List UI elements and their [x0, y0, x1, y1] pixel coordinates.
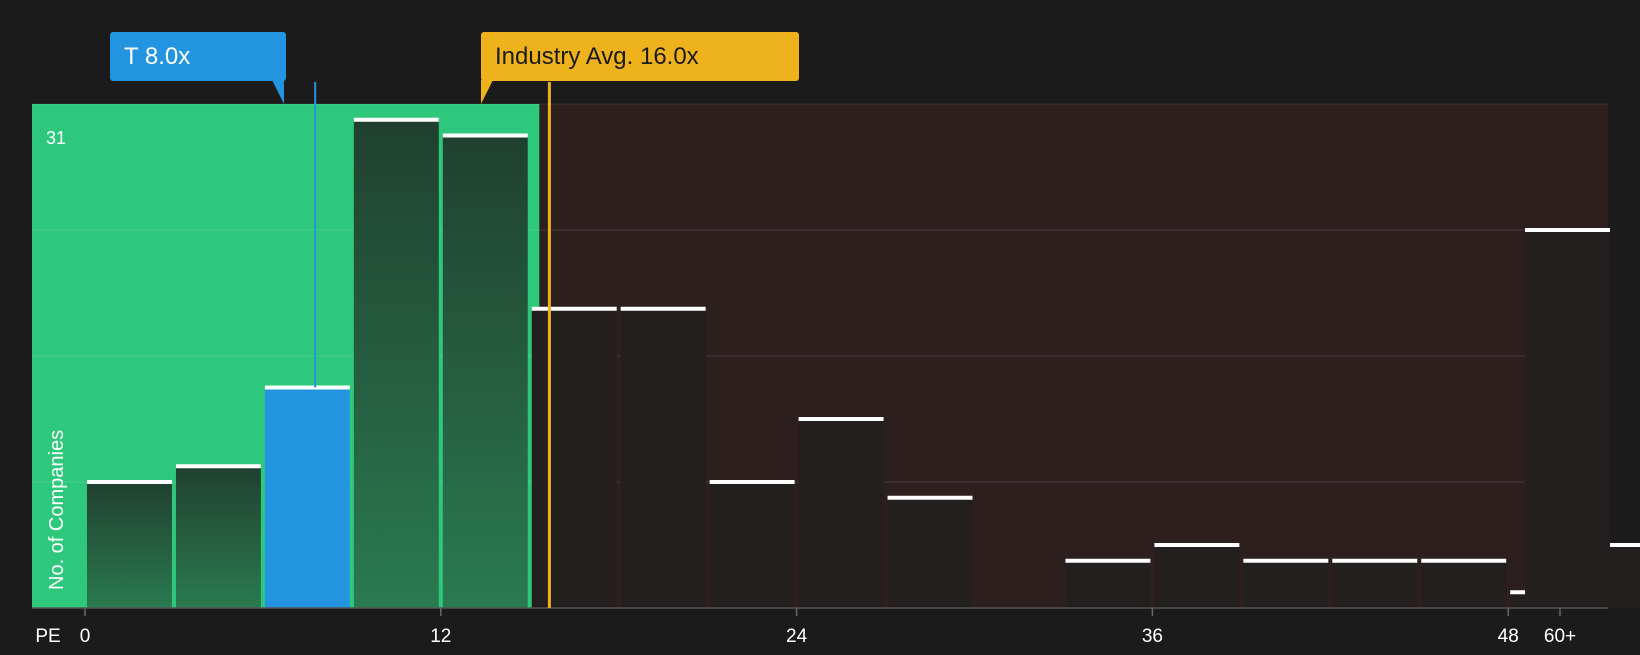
x-axis-label: PE	[35, 626, 60, 647]
company-pe-tag: T 8.0x	[110, 32, 286, 81]
x-tick-label: 24	[786, 626, 808, 647]
bar	[175, 466, 261, 608]
bar	[87, 482, 172, 608]
x-tick-label: 12	[430, 626, 451, 647]
bar	[620, 308, 706, 608]
bar	[264, 387, 350, 608]
bar	[887, 497, 973, 608]
x-tick-label: 60+	[1544, 626, 1576, 647]
x-tick-label: 0	[80, 626, 91, 647]
industry-avg-tag: Industry Avg. 16.0x	[481, 32, 799, 81]
bar-top-cap	[1421, 558, 1507, 563]
bar-top-cap	[1332, 558, 1418, 563]
bar	[531, 308, 617, 608]
bar	[798, 419, 884, 608]
bar-top-cap	[620, 306, 706, 311]
bar	[1525, 230, 1610, 608]
bar	[709, 482, 795, 608]
bar-top-cap	[1065, 558, 1151, 563]
bar-top-cap	[709, 480, 795, 484]
bar-top-cap	[353, 117, 439, 122]
bar-top-cap	[1525, 228, 1610, 232]
bar	[1421, 560, 1507, 608]
bar-top-cap	[1154, 543, 1240, 547]
company-pe-label: T 8.0x	[124, 43, 191, 70]
bar	[1243, 560, 1329, 608]
bar-top-cap	[264, 385, 350, 390]
industry-avg-tag-pointer	[481, 80, 493, 104]
pe-distribution-chart: 0 12 24 36 48 60+ PE 31 No. of Companies T 8.0x …	[0, 0, 1640, 650]
chart-svg: 0 12 24 36 48 60+ PE 31 No. of Companies	[32, 82, 1640, 647]
bar-top-cap	[531, 306, 617, 311]
bar	[353, 119, 439, 608]
bar	[442, 135, 528, 608]
bar-top-cap	[175, 464, 261, 469]
y-max-label: 31	[46, 128, 66, 148]
bar	[1154, 545, 1240, 608]
x-tick-label: 36	[1142, 626, 1163, 647]
bar-top-cap	[442, 133, 528, 138]
industry-avg-label: Industry Avg. 16.0x	[495, 43, 699, 70]
y-axis-label: No. of Companies	[46, 430, 68, 590]
bar-top-cap	[1243, 558, 1329, 563]
bar-top-cap	[87, 480, 172, 484]
bar-top-cap	[887, 495, 973, 500]
bar	[1065, 560, 1151, 608]
company-pe-tag-pointer	[272, 80, 284, 104]
x-tick-label: 48	[1498, 626, 1519, 647]
bar-top-cap	[798, 417, 884, 421]
bar	[1332, 560, 1418, 608]
